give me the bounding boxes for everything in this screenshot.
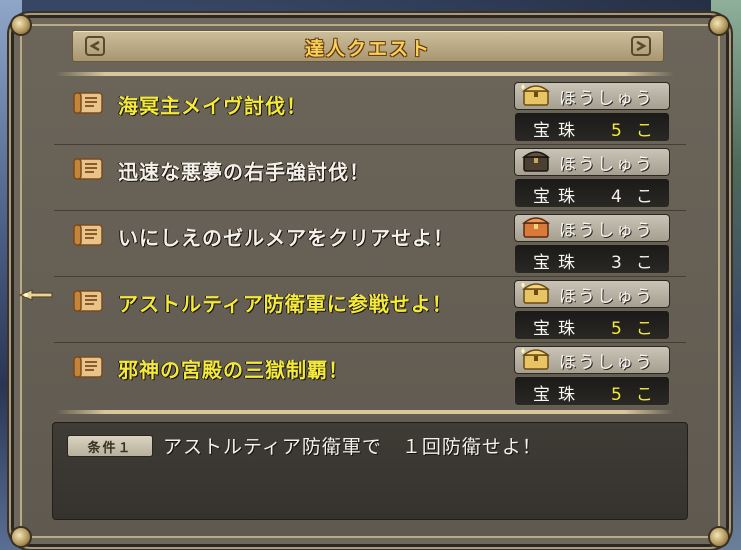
reward-unit: こ xyxy=(635,187,667,207)
quest-name: いにしえのゼルメアをクリアせよ！ xyxy=(118,226,454,250)
gold-chest-icon xyxy=(521,282,551,304)
quest-row[interactable]: いにしえのゼルメアをクリアせよ！ ほうしゅう 宝珠 3こ xyxy=(54,210,686,277)
reward-count: 3 xyxy=(611,253,636,273)
quest-scroll-icon xyxy=(73,224,103,246)
scroll-ornament-icon xyxy=(631,36,651,56)
reward-header: ほうしゅう xyxy=(514,148,670,176)
reward-amount: 5こ xyxy=(611,116,667,141)
quest-name: アストルティア防衛軍に参戦せよ！ xyxy=(118,292,453,316)
reward-unit: こ xyxy=(635,253,667,273)
reward-label: ほうしゅう xyxy=(559,221,654,241)
reward-amount: 5こ xyxy=(611,380,667,405)
reward-unit: こ xyxy=(635,319,667,339)
reward-box: ほうしゅう 宝珠 5こ xyxy=(514,346,670,406)
reward-label: ほうしゅう xyxy=(559,155,654,175)
title-bar: 達人クエスト xyxy=(72,30,664,62)
reward-box: ほうしゅう 宝珠 5こ xyxy=(514,82,670,142)
quest-window: 達人クエスト 海冥主メイヴ討伐！ ほうしゅう 宝珠 5こ 迅速な悪夢の右手強討伐… xyxy=(12,16,728,546)
reward-label: ほうしゅう xyxy=(559,89,654,109)
reward-count: 5 xyxy=(611,385,636,405)
reward-label: ほうしゅう xyxy=(559,287,654,307)
selection-cursor-icon xyxy=(18,289,53,301)
quest-scroll-icon xyxy=(73,92,103,114)
reward-box: ほうしゅう 宝珠 3こ xyxy=(514,214,670,274)
reward-count: 5 xyxy=(611,121,636,141)
reward-item: 宝珠 xyxy=(533,385,583,405)
reward-label: ほうしゅう xyxy=(559,353,654,373)
quest-scroll-icon xyxy=(73,356,103,378)
reward-box: ほうしゅう 宝珠 4こ xyxy=(514,148,670,208)
reward-amount: 5こ xyxy=(611,314,667,339)
condition-text: アストルティア防衛軍で １回防衛せよ！ xyxy=(163,436,542,458)
reward-count: 5 xyxy=(611,319,636,339)
reward-header: ほうしゅう xyxy=(514,346,670,374)
quest-row[interactable]: 海冥主メイヴ討伐！ ほうしゅう 宝珠 5こ xyxy=(54,78,686,145)
reward-header: ほうしゅう xyxy=(514,280,670,308)
quest-scroll-icon xyxy=(73,290,103,312)
reward-header: ほうしゅう xyxy=(514,82,670,110)
reward-value: 宝珠 4こ xyxy=(514,178,670,208)
divider xyxy=(56,72,674,76)
gold-chest-icon xyxy=(521,84,551,106)
quest-row[interactable]: 邪神の宮殿の三獄制覇！ ほうしゅう 宝珠 5こ xyxy=(54,342,686,408)
reward-value: 宝珠 5こ xyxy=(514,310,670,340)
reward-value: 宝珠 5こ xyxy=(514,112,670,142)
reward-value: 宝珠 3こ xyxy=(514,244,670,274)
quest-name: 邪神の宮殿の三獄制覇！ xyxy=(118,358,349,382)
reward-unit: こ xyxy=(635,385,667,405)
corner-ornament-icon xyxy=(12,528,30,546)
corner-ornament-icon xyxy=(710,528,728,546)
reward-unit: こ xyxy=(635,121,667,141)
quest-row[interactable]: アストルティア防衛軍に参戦せよ！ ほうしゅう 宝珠 5こ xyxy=(54,276,686,343)
corner-ornament-icon xyxy=(12,16,30,34)
gold-chest-icon xyxy=(521,348,551,370)
reward-item: 宝珠 xyxy=(533,187,583,207)
reward-amount: 3こ xyxy=(611,248,667,273)
reward-count: 4 xyxy=(611,187,636,207)
reward-item: 宝珠 xyxy=(533,121,583,141)
window-title: 達人クエスト xyxy=(304,38,431,60)
condition-tag-label: 条件１ xyxy=(87,441,133,456)
reward-header: ほうしゅう xyxy=(514,214,670,242)
quest-name: 海冥主メイヴ討伐！ xyxy=(118,94,307,118)
condition-panel: 条件１ アストルティア防衛軍で １回防衛せよ！ xyxy=(52,422,688,520)
corner-ornament-icon xyxy=(710,16,728,34)
red-chest-icon xyxy=(521,217,551,238)
divider xyxy=(56,410,674,414)
dark-chest-icon xyxy=(521,151,551,172)
reward-item: 宝珠 xyxy=(533,319,583,339)
condition-tag: 条件１ xyxy=(67,435,153,457)
quest-row[interactable]: 迅速な悪夢の右手強討伐！ ほうしゅう 宝珠 4こ xyxy=(54,144,686,211)
quest-scroll-icon xyxy=(73,158,103,180)
reward-item: 宝珠 xyxy=(533,253,583,273)
reward-box: ほうしゅう 宝珠 5こ xyxy=(514,280,670,340)
quest-name: 迅速な悪夢の右手強討伐！ xyxy=(118,160,370,184)
reward-amount: 4こ xyxy=(611,182,667,207)
reward-value: 宝珠 5こ xyxy=(514,376,670,406)
